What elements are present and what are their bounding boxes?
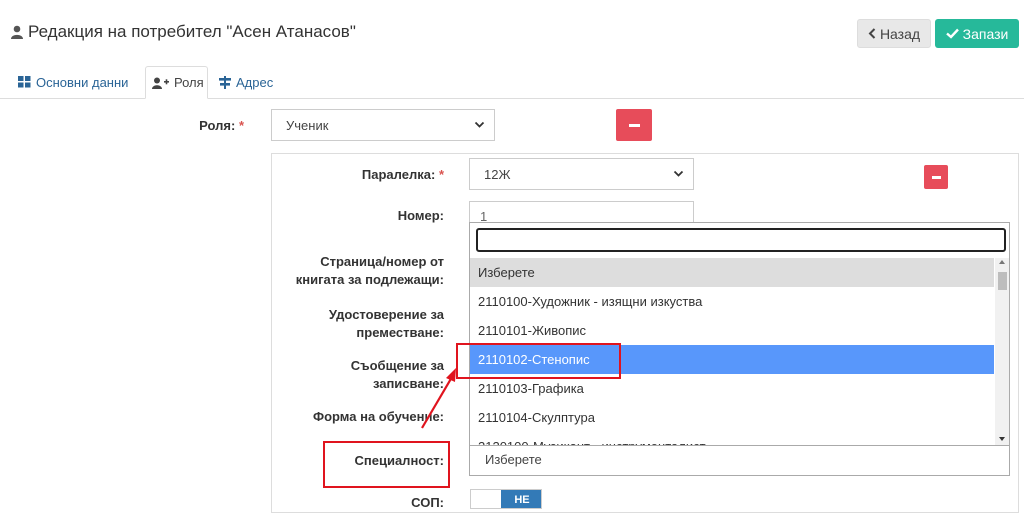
enrollment-msg-label-line1: Съобщение за bbox=[350, 358, 444, 373]
number-label: Номер: bbox=[397, 208, 444, 223]
role-select-value: Ученик bbox=[286, 117, 329, 133]
toggle-knob bbox=[471, 490, 501, 508]
chevron-down-icon bbox=[673, 170, 684, 177]
study-form-label: Форма на обучение: bbox=[313, 409, 444, 424]
scroll-up-icon[interactable] bbox=[999, 260, 1005, 264]
chevron-left-icon bbox=[868, 28, 876, 39]
specialty-select[interactable]: Изберете bbox=[469, 444, 1010, 476]
chevron-down-icon bbox=[474, 121, 485, 128]
specialty-dropdown: Изберете 2110100-Художник - изящни изкус… bbox=[469, 222, 1010, 446]
dropdown-option[interactable]: 2110100-Художник - изящни изкуства bbox=[470, 287, 994, 316]
book-page-label-line1: Страница/номер от bbox=[320, 254, 444, 269]
required-mark: * bbox=[238, 118, 244, 133]
tab-bar: Основни данни Роля Адрес bbox=[0, 66, 1024, 99]
minus-icon bbox=[931, 175, 941, 179]
minus-icon bbox=[628, 123, 640, 127]
page-title: Редакция на потребител "Асен Атанасов" bbox=[11, 22, 356, 42]
remove-class-button[interactable] bbox=[924, 165, 948, 189]
user-icon bbox=[11, 25, 23, 39]
class-select-value: 12Ж bbox=[484, 166, 511, 182]
remove-role-button[interactable] bbox=[616, 109, 652, 141]
role-select[interactable]: Ученик bbox=[271, 109, 495, 141]
dropdown-option[interactable]: 2120100-Музикант - инструменталист bbox=[470, 432, 994, 445]
enrollment-msg-label: Съобщение за записване: bbox=[290, 357, 444, 393]
class-label: Паралелка: * bbox=[290, 166, 444, 184]
scrollbar-thumb[interactable] bbox=[998, 272, 1007, 290]
scroll-down-icon[interactable] bbox=[999, 437, 1005, 441]
check-icon bbox=[945, 28, 959, 39]
signpost-icon bbox=[219, 75, 231, 89]
role-label: Роля: * bbox=[140, 117, 244, 135]
tab-basic-data-label: Основни данни bbox=[36, 74, 129, 90]
sop-label: СОП: bbox=[411, 495, 444, 510]
book-page-label: Страница/номер от книгата за подлежащи: bbox=[270, 253, 444, 289]
transfer-cert-label-line2: преместване: bbox=[356, 325, 444, 340]
dropdown-search-input[interactable] bbox=[476, 228, 1006, 252]
transfer-cert-label-line1: Удостоверение за bbox=[328, 307, 444, 322]
save-button[interactable]: Запази bbox=[935, 19, 1019, 48]
page-title-text: Редакция на потребител "Асен Атанасов" bbox=[28, 22, 356, 41]
back-button[interactable]: Назад bbox=[857, 19, 931, 48]
toggle-state: НЕ bbox=[501, 490, 541, 508]
required-mark: * bbox=[438, 167, 444, 182]
enrollment-msg-label-line2: записване: bbox=[372, 376, 444, 391]
transfer-cert-label: Удостоверение за преместване: bbox=[290, 306, 444, 342]
annotation-box-specialty bbox=[323, 441, 450, 488]
sop-toggle[interactable]: НЕ bbox=[470, 489, 542, 509]
dropdown-scrollbar[interactable] bbox=[995, 258, 1009, 445]
dropdown-option[interactable]: 2110101-Живопис bbox=[470, 316, 994, 345]
dropdown-option[interactable]: 2110104-Скулптура bbox=[470, 403, 994, 432]
class-select[interactable]: 12Ж bbox=[469, 158, 694, 190]
dropdown-option[interactable]: Изберете bbox=[470, 258, 994, 287]
save-button-label: Запази bbox=[962, 25, 1009, 42]
class-label-text: Паралелка: bbox=[361, 167, 436, 182]
tab-role-label: Роля bbox=[174, 75, 204, 90]
tab-address-label: Адрес bbox=[236, 74, 274, 90]
book-page-label-line2: книгата за подлежащи: bbox=[295, 272, 444, 287]
annotation-box-option bbox=[456, 343, 621, 379]
user-plus-icon bbox=[152, 77, 169, 89]
tab-basic-data[interactable]: Основни данни bbox=[18, 66, 128, 98]
role-label-text: Роля: bbox=[199, 118, 236, 133]
tab-address[interactable]: Адрес bbox=[219, 66, 273, 98]
grid-icon bbox=[18, 76, 31, 88]
back-button-label: Назад bbox=[879, 25, 921, 42]
tab-role[interactable]: Роля bbox=[145, 66, 208, 99]
